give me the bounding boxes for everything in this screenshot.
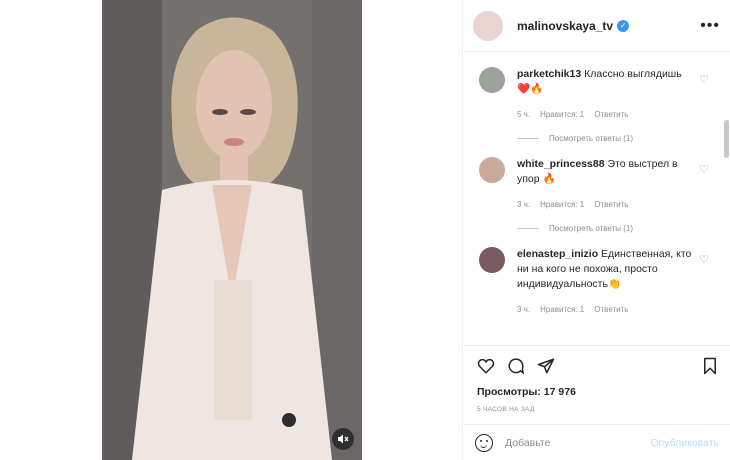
heart-icon[interactable]: ♡	[699, 253, 709, 266]
view-replies-button[interactable]: Посмотреть ответы (1)	[517, 134, 723, 143]
heart-icon[interactable]: ♡	[699, 163, 709, 176]
comment-content: white_princess88 Это выстрел в упор 🔥 3 …	[517, 157, 693, 212]
more-options-icon[interactable]: •••	[700, 17, 720, 35]
publish-button[interactable]: Опубликовать	[650, 437, 719, 449]
comments-scrollbar[interactable]	[724, 120, 729, 158]
comment-item: white_princess88 Это выстрел в упор 🔥 3 …	[463, 143, 723, 212]
comment-meta: 3 ч. Нравится: 1 Ответить	[517, 197, 693, 212]
heart-icon[interactable]: ♡	[699, 73, 709, 86]
add-comment-bar: Опубликовать	[463, 424, 730, 460]
author-username[interactable]: malinovskaya_tv	[517, 19, 613, 33]
comment-likes[interactable]: Нравится: 1	[540, 197, 584, 212]
bookmark-icon[interactable]	[701, 357, 719, 375]
comment-username[interactable]: parketchik13	[517, 68, 581, 80]
comment-item: elenastep_inizio Единственная, кто ни на…	[463, 233, 723, 317]
instagram-post-view: malinovskaya_tv ✓ ••• parketchik13 Класс…	[0, 0, 730, 460]
commenter-avatar[interactable]	[479, 157, 505, 183]
comments-list: parketchik13 Классно выглядишь❤️🔥 5 ч. Н…	[463, 53, 723, 345]
commenter-avatar[interactable]	[479, 247, 505, 273]
view-replies-label: Посмотреть ответы (1)	[549, 224, 634, 233]
comment-time[interactable]: 5 ч.	[517, 107, 530, 122]
emoji-icon[interactable]	[475, 433, 493, 452]
comment-likes[interactable]: Нравится: 1	[540, 107, 584, 122]
post-side-panel: malinovskaya_tv ✓ ••• parketchik13 Класс…	[462, 0, 730, 460]
comment-time[interactable]: 3 ч.	[517, 302, 530, 317]
post-timestamp: 5 ЧАСОВ НА ЗАД	[477, 406, 535, 413]
comment-likes[interactable]: Нравится: 1	[540, 302, 584, 317]
like-heart-icon[interactable]	[477, 357, 495, 375]
video-frame-image	[102, 0, 362, 460]
reply-button[interactable]: Ответить	[594, 197, 628, 212]
video-player[interactable]	[102, 0, 362, 460]
comment-time[interactable]: 3 ч.	[517, 197, 530, 212]
action-icons-row	[477, 352, 719, 380]
comment-meta: 3 ч. Нравится: 1 Ответить	[517, 302, 693, 317]
divider-line	[517, 138, 539, 139]
reply-button[interactable]: Ответить	[594, 302, 628, 317]
post-header: malinovskaya_tv ✓ •••	[463, 0, 730, 52]
comment-content: elenastep_inizio Единственная, кто ни на…	[517, 247, 693, 317]
share-paper-plane-icon[interactable]	[537, 357, 555, 375]
comment-content: parketchik13 Классно выглядишь❤️🔥 5 ч. Н…	[517, 67, 693, 122]
divider-line	[517, 228, 539, 229]
view-replies-button[interactable]: Посмотреть ответы (1)	[517, 224, 723, 233]
author-avatar[interactable]	[473, 10, 503, 41]
views-count[interactable]: Просмотры: 17 976	[477, 386, 719, 398]
speaker-muted-icon	[338, 434, 349, 444]
comment-bubble-icon[interactable]	[507, 357, 525, 375]
comment-username[interactable]: elenastep_inizio	[517, 248, 598, 260]
view-replies-label: Посмотреть ответы (1)	[549, 134, 634, 143]
comment-meta: 5 ч. Нравится: 1 Ответить	[517, 107, 693, 122]
commenter-avatar[interactable]	[479, 67, 505, 93]
verified-badge-icon: ✓	[617, 19, 630, 32]
media-area	[0, 0, 462, 460]
mute-button[interactable]	[332, 428, 354, 450]
reply-button[interactable]: Ответить	[594, 107, 628, 122]
comment-input[interactable]	[505, 436, 625, 449]
comment-username[interactable]: white_princess88	[517, 158, 605, 170]
comment-item: parketchik13 Классно выглядишь❤️🔥 5 ч. Н…	[463, 53, 723, 122]
